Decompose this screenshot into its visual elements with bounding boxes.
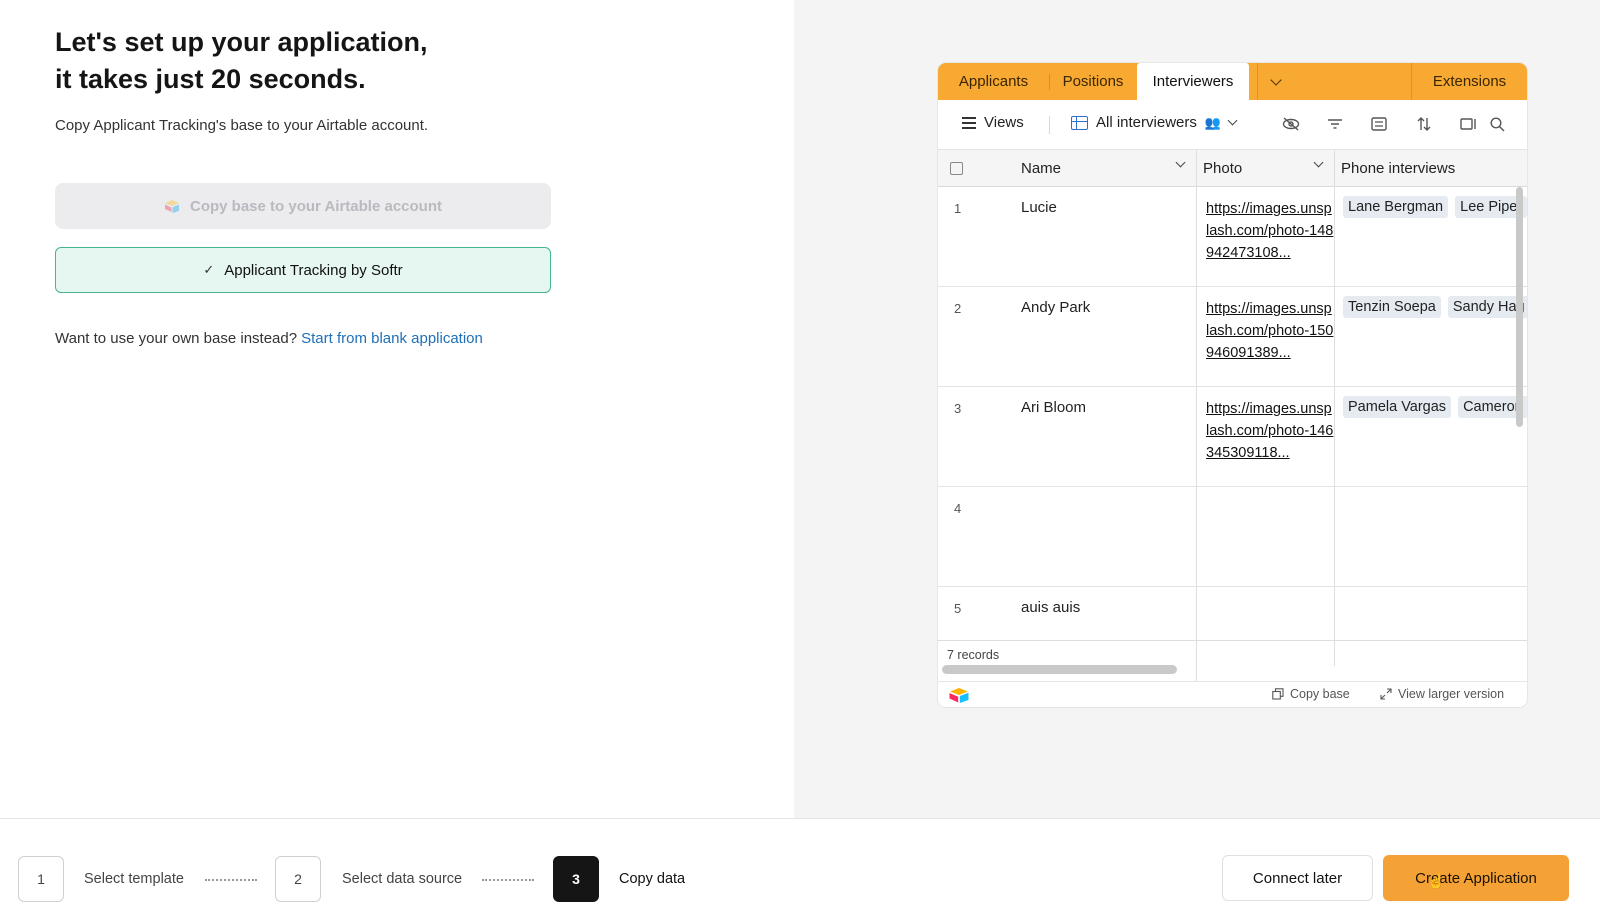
column-photo-label: Photo [1203, 160, 1243, 177]
preview-panel: Applicants Positions Interviewers Extens… [794, 0, 1600, 818]
page-title: Let's set up your application, it takes … [55, 24, 615, 98]
group-icon[interactable] [1369, 114, 1389, 134]
views-button[interactable]: Views [962, 114, 1024, 131]
tab-interviewers[interactable]: Interviewers [1137, 63, 1249, 100]
row-number: 4 [954, 501, 962, 516]
column-name-label: Name [1021, 160, 1062, 177]
table-row[interactable]: 5 auis auis [938, 587, 1527, 640]
grid-header: Name Photo Phone interviews [938, 150, 1527, 187]
copy-base-label: Copy base to your Airtable account [190, 197, 442, 215]
select-all-checkbox[interactable] [950, 150, 963, 187]
selected-base-option[interactable]: ✓ Applicant Tracking by Softr [55, 247, 551, 293]
wizard-footer: 1 Select template 2 Select data source 3… [0, 818, 1600, 920]
view-larger-link[interactable]: View larger version [1380, 687, 1504, 701]
photo-link[interactable]: https://images.unsplash.com/photo-150946… [1206, 298, 1334, 364]
view-toolbar: Views All interviewers 👥 [938, 100, 1527, 150]
connect-later-button[interactable]: Connect later [1222, 855, 1373, 901]
column-header-name[interactable]: Name [1021, 150, 1196, 187]
title-line-1: Let's set up your application, [55, 27, 428, 57]
toolbar-divider [1049, 116, 1050, 134]
grid-summary-bar: 7 records [938, 640, 1527, 677]
view-larger-label: View larger version [1398, 687, 1505, 701]
interview-chips: Lane Bergman Lee Piper [1343, 196, 1527, 218]
step-1-label: Select template [84, 871, 184, 887]
grid-view-icon [1071, 115, 1088, 130]
copy-icon [1272, 688, 1284, 700]
interview-chip[interactable]: Lane Bergman [1343, 196, 1449, 218]
copy-base-link[interactable]: Copy base [1272, 687, 1350, 701]
tabs-dropdown[interactable] [1257, 63, 1412, 100]
hand-cursor-icon: ☝ [1427, 873, 1446, 890]
horizontal-scrollbar[interactable] [942, 665, 1177, 674]
vertical-scrollbar[interactable] [1516, 187, 1523, 427]
row-number: 2 [954, 301, 962, 316]
chevron-down-icon [1227, 115, 1238, 126]
copy-base-link-label: Copy base [1290, 687, 1350, 701]
interview-chips: Tenzin Soepa Sandy Hag [1343, 296, 1527, 318]
step-connector [482, 879, 534, 881]
interview-chip[interactable]: Tenzin Soepa [1343, 296, 1441, 318]
step-3-badge[interactable]: 3 [553, 856, 599, 902]
record-count: 7 records [947, 648, 1000, 662]
interview-chips: Pamela Vargas Cameron [1343, 396, 1527, 418]
collaborators-icon: 👥 [1204, 114, 1222, 130]
step-connector [205, 879, 257, 881]
row-number: 1 [954, 201, 962, 216]
hide-fields-icon[interactable] [1281, 114, 1301, 134]
photo-link[interactable]: https://images.unsplash.com/photo-146345… [1206, 398, 1334, 464]
chevron-down-icon [1175, 157, 1186, 168]
tab-positions[interactable]: Positions [1049, 63, 1137, 100]
table-row[interactable]: 1 Lucie https://images.unsplash.com/phot… [938, 187, 1527, 287]
airtable-logo-icon [164, 199, 180, 213]
views-label: Views [984, 114, 1024, 131]
row-name: Lucie [1021, 199, 1057, 216]
table-row[interactable]: 3 Ari Bloom https://images.unsplash.com/… [938, 387, 1527, 487]
row-number: 5 [954, 601, 962, 616]
blank-application-link[interactable]: Start from blank application [301, 330, 483, 347]
column-header-phone-interviews[interactable]: Phone interviews [1341, 150, 1455, 187]
embed-footer: Copy base View larger version [938, 681, 1527, 707]
tab-applicants[interactable]: Applicants [938, 63, 1049, 100]
view-switcher[interactable]: All interviewers 👥 [1071, 114, 1238, 131]
extensions-button[interactable]: Extensions [1412, 63, 1527, 100]
row-name: Andy Park [1021, 299, 1091, 316]
search-icon[interactable] [1487, 114, 1507, 134]
setup-panel: Let's set up your application, it takes … [0, 0, 794, 818]
own-base-text: Want to use your own base instead? Start … [55, 330, 483, 347]
chevron-down-icon [1270, 73, 1282, 86]
chevron-down-icon [1313, 157, 1324, 168]
sort-icon[interactable] [1414, 114, 1434, 134]
table-row[interactable]: 4 [938, 487, 1527, 587]
airtable-embed: Applicants Positions Interviewers Extens… [938, 63, 1527, 707]
row-name: Ari Bloom [1021, 399, 1087, 416]
step-2-label: Select data source [342, 871, 463, 887]
own-base-prompt: Want to use your own base instead? [55, 330, 298, 347]
step-2-badge[interactable]: 2 [275, 856, 321, 902]
row-number: 3 [954, 401, 962, 416]
column-header-photo[interactable]: Photo [1203, 150, 1334, 187]
table-row[interactable]: 2 Andy Park https://images.unsplash.com/… [938, 287, 1527, 387]
copy-base-button[interactable]: Copy base to your Airtable account [55, 183, 551, 229]
photo-link[interactable]: https://images.unsplash.com/photo-148942… [1206, 198, 1334, 264]
filter-icon[interactable] [1325, 114, 1345, 134]
step-3-label: Copy data [619, 871, 686, 887]
menu-icon [962, 117, 976, 129]
page-subtitle: Copy Applicant Tracking's base to your A… [55, 117, 429, 134]
interview-chip[interactable]: Pamela Vargas [1343, 396, 1452, 418]
title-line-2: it takes just 20 seconds. [55, 64, 366, 94]
create-application-button[interactable]: Create Application [1383, 855, 1569, 901]
column-phone-label: Phone interviews [1341, 160, 1456, 177]
row-name: auis auis [1021, 599, 1081, 616]
view-name-label: All interviewers [1096, 114, 1197, 131]
step-1-badge[interactable]: 1 [18, 856, 64, 902]
expand-icon [1380, 688, 1392, 700]
selected-base-label: Applicant Tracking by Softr [224, 261, 403, 279]
airtable-logo-icon [948, 687, 970, 703]
table-tabbar: Applicants Positions Interviewers Extens… [938, 63, 1527, 100]
check-icon: ✓ [203, 262, 215, 277]
row-height-icon[interactable] [1459, 114, 1479, 134]
